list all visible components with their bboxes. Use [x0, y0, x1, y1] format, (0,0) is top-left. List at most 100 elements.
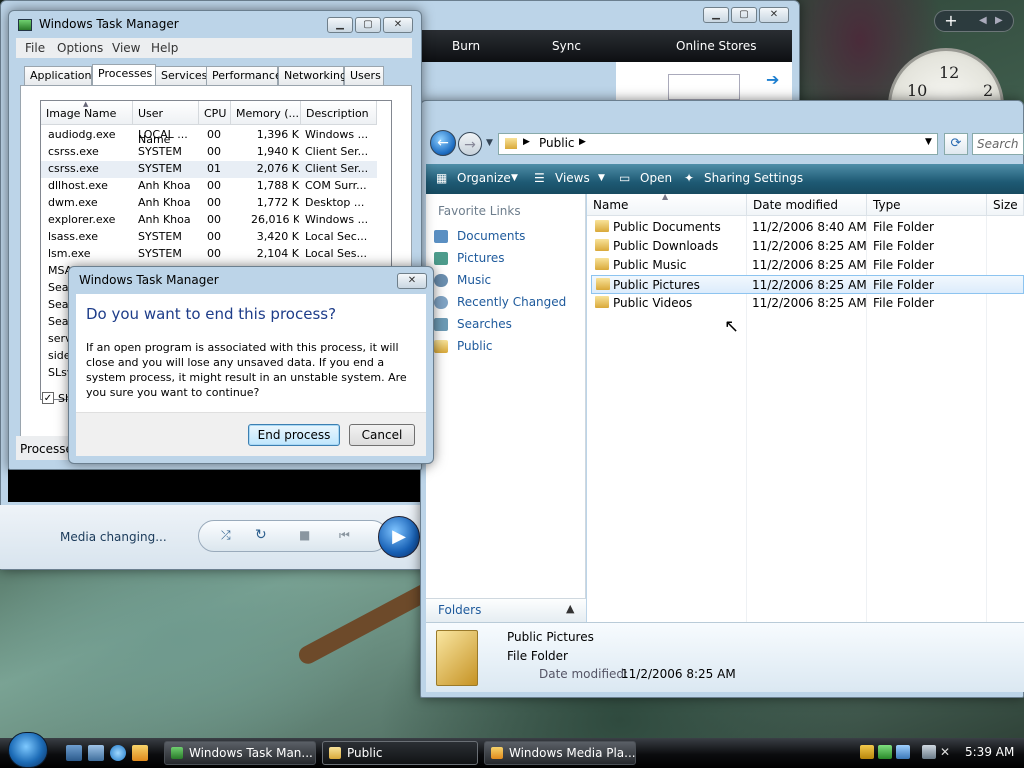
file-row-public-pictures[interactable]: Public Pictures 11/2/2006 8:25 AM File F…: [591, 275, 1024, 294]
next-gadget-icon[interactable]: ▶: [995, 11, 1003, 31]
start-button[interactable]: [8, 732, 48, 768]
tab-performance[interactable]: Performance: [206, 66, 282, 86]
taskbar-clock[interactable]: 5:39 AM: [965, 745, 1014, 759]
burn-tab[interactable]: Burn: [452, 39, 480, 53]
task-manager-tray-icon[interactable]: [878, 745, 892, 759]
minimize-button[interactable]: ▁: [327, 17, 353, 33]
chevron-up-icon[interactable]: ▲: [566, 602, 574, 615]
prev-gadget-icon[interactable]: ◀: [979, 11, 987, 31]
file-date: 11/2/2006 8:25 AM: [752, 296, 867, 310]
column-header-date-modified[interactable]: Date modified: [747, 194, 867, 216]
tab-users[interactable]: Users: [344, 66, 384, 86]
tab-processes[interactable]: Processes: [92, 64, 156, 86]
views-button[interactable]: Views: [555, 171, 590, 185]
menu-file[interactable]: File: [25, 41, 45, 55]
organize-button[interactable]: Organize: [457, 171, 511, 185]
nav-link-pictures[interactable]: Pictures: [457, 251, 505, 265]
folders-toggle[interactable]: Folders ▲: [426, 598, 586, 622]
show-processes-checkbox[interactable]: ✓: [42, 392, 54, 404]
breadcrumb-public[interactable]: Public: [539, 136, 575, 150]
taskbar-button-media-player[interactable]: Windows Media Pla...: [484, 741, 636, 765]
process-row[interactable]: audiodg.exe LOCAL ... 00 1,396 K Windows…: [41, 127, 377, 144]
shuffle-icon[interactable]: ⤮: [221, 528, 231, 543]
breadcrumb-arrow-icon[interactable]: ▶: [523, 137, 530, 147]
back-button[interactable]: ←: [430, 130, 456, 156]
tab-networking[interactable]: Networking: [278, 66, 347, 86]
minimize-button[interactable]: ▁: [703, 7, 729, 23]
volume-muted-icon[interactable]: ✕: [940, 745, 954, 759]
media-player-quicklaunch-icon[interactable]: [132, 745, 148, 761]
taskbar-button-task-manager[interactable]: Windows Task Man...: [164, 741, 316, 765]
taskbar-button-label: Public: [347, 746, 383, 760]
menu-help[interactable]: Help: [151, 41, 178, 55]
close-button[interactable]: ✕: [383, 17, 413, 33]
maximize-button[interactable]: ▢: [355, 17, 381, 33]
network-icon[interactable]: [922, 745, 936, 759]
address-bar[interactable]: ▶ Public ▶ ▼: [498, 133, 938, 155]
close-button[interactable]: ✕: [759, 7, 789, 23]
add-gadget-icon[interactable]: +: [941, 11, 961, 31]
tab-services[interactable]: Services: [155, 66, 207, 86]
process-row[interactable]: dllhost.exe Anh Khoa 00 1,788 K COM Surr…: [41, 178, 377, 195]
recent-pages-icon[interactable]: ▼: [486, 138, 493, 148]
arrow-right-icon[interactable]: ➔: [766, 70, 779, 89]
process-row-selected[interactable]: csrss.exe SYSTEM 01 2,076 K Client Ser..…: [41, 161, 377, 178]
windows-tray-icon[interactable]: [896, 745, 910, 759]
media-player-search-box[interactable]: [668, 74, 740, 100]
file-row-public-documents[interactable]: Public Documents 11/2/2006 8:40 AM File …: [591, 218, 1024, 237]
sharing-settings-button[interactable]: Sharing Settings: [704, 171, 803, 185]
column-header-user-name[interactable]: User Name: [133, 101, 199, 146]
online-stores-tab[interactable]: Online Stores: [676, 39, 757, 53]
column-header-type[interactable]: Type: [867, 194, 987, 216]
sidebar-gadget-bar[interactable]: + ◀ ▶: [934, 10, 1014, 32]
file-row-public-music[interactable]: Public Music 11/2/2006 8:25 AM File Fold…: [591, 256, 1024, 275]
play-button[interactable]: ▶: [378, 516, 420, 558]
repeat-icon[interactable]: ↻: [255, 527, 267, 543]
tab-applications[interactable]: Applications: [24, 66, 97, 86]
end-process-button[interactable]: End process: [248, 424, 340, 446]
nav-link-music[interactable]: Music: [457, 273, 491, 287]
switch-windows-icon[interactable]: [88, 745, 104, 761]
process-row[interactable]: csrss.exe SYSTEM 00 1,940 K Client Ser..…: [41, 144, 377, 161]
column-header-memory[interactable]: Memory (...: [231, 101, 301, 125]
process-row[interactable]: dwm.exe Anh Khoa 00 1,772 K Desktop ...: [41, 195, 377, 212]
security-shield-icon[interactable]: [860, 745, 874, 759]
breadcrumb-arrow-icon[interactable]: ▶: [579, 137, 586, 147]
internet-explorer-icon[interactable]: [110, 745, 126, 761]
column-header-cpu[interactable]: CPU: [199, 101, 231, 125]
process-memory: 1,396 K: [256, 128, 299, 141]
sync-tab[interactable]: Sync: [552, 39, 581, 53]
chevron-down-icon[interactable]: ▼: [511, 173, 518, 183]
process-description: Windows ...: [305, 128, 369, 141]
nav-link-public[interactable]: Public: [457, 339, 493, 353]
refresh-button[interactable]: ⟳: [944, 133, 968, 155]
address-dropdown-icon[interactable]: ▼: [925, 137, 932, 147]
stop-icon[interactable]: ■: [299, 528, 310, 542]
chevron-down-icon[interactable]: ▼: [598, 173, 605, 183]
open-button[interactable]: Open: [640, 171, 672, 185]
file-row-public-downloads[interactable]: Public Downloads 11/2/2006 8:25 AM File …: [591, 237, 1024, 256]
menu-view[interactable]: View: [112, 41, 140, 55]
file-row-public-videos[interactable]: Public Videos 11/2/2006 8:25 AM File Fol…: [591, 294, 1024, 313]
process-row[interactable]: explorer.exe Anh Khoa 00 26,016 K Window…: [41, 212, 377, 229]
process-memory: 2,104 K: [256, 247, 299, 260]
process-row[interactable]: lsass.exe SYSTEM 00 3,420 K Local Sec...: [41, 229, 377, 246]
show-desktop-icon[interactable]: [66, 745, 82, 761]
nav-link-recently-changed[interactable]: Recently Changed: [457, 295, 566, 309]
task-manager-icon: [18, 19, 32, 31]
maximize-button[interactable]: ▢: [731, 7, 757, 23]
menu-options[interactable]: Options: [57, 41, 103, 55]
process-user-name: LOCAL ...: [138, 128, 188, 141]
column-header-description[interactable]: Description: [301, 101, 377, 125]
nav-link-documents[interactable]: Documents: [457, 229, 525, 243]
column-header-size[interactable]: Size: [987, 194, 1024, 216]
forward-button[interactable]: →: [458, 132, 482, 156]
nav-link-searches[interactable]: Searches: [457, 317, 512, 331]
previous-icon[interactable]: ⏮: [339, 528, 350, 543]
cancel-button[interactable]: Cancel: [349, 424, 415, 446]
search-input[interactable]: Search: [972, 133, 1024, 155]
taskbar-button-public[interactable]: Public: [322, 741, 478, 765]
process-description: Windows ...: [305, 213, 369, 226]
process-row[interactable]: lsm.exe SYSTEM 00 2,104 K Local Ses...: [41, 246, 377, 263]
close-button[interactable]: ✕: [397, 273, 427, 289]
